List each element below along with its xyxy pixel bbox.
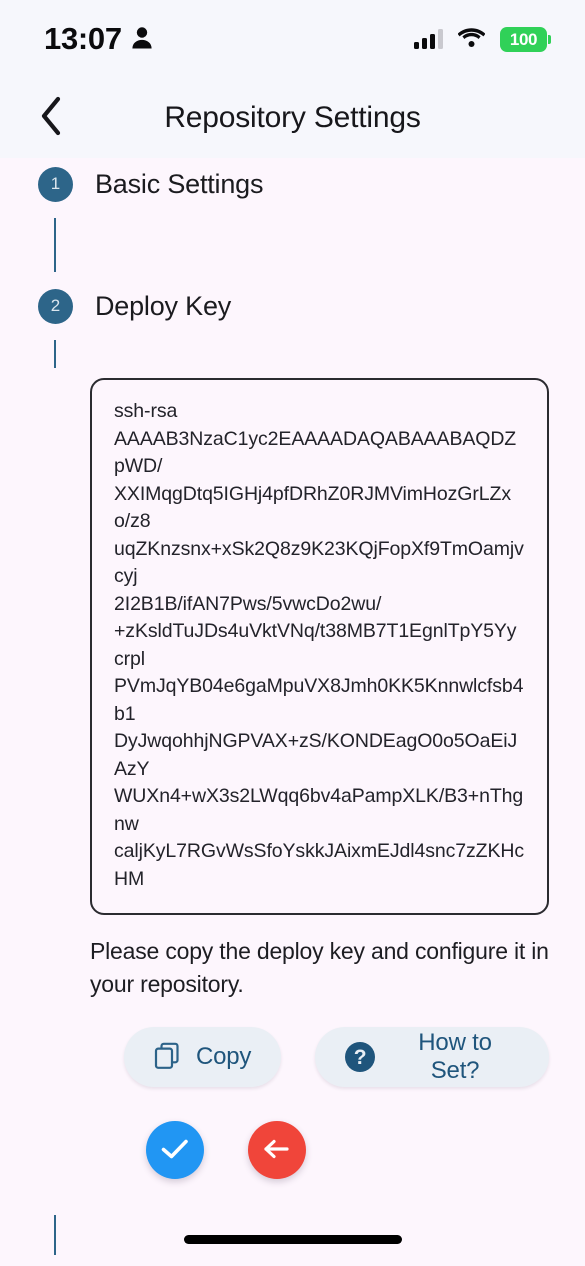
page-title: Repository Settings [164,101,421,134]
copy-icon [154,1042,180,1073]
status-time: 13:07 [44,21,122,56]
step-1-header[interactable]: 1 Basic Settings [38,158,585,210]
step-connector-3 [54,1215,56,1255]
deploy-key-box[interactable]: ssh-rsa AAAAB3NzaC1yc2EAAAADAQABAAABAQDZ… [90,378,549,915]
check-icon [160,1137,190,1164]
step-2-label: Deploy Key [95,290,232,321]
copy-button-label: Copy [196,1043,252,1070]
step-1-number: 1 [38,166,73,202]
main-content: 1 Basic Settings 2 Deploy Key ssh-rsa AA… [0,158,585,1266]
home-indicator[interactable] [183,1235,402,1244]
question-mark-circle-icon: ? [345,1042,376,1072]
cellular-signal-icon [414,29,443,49]
back-button[interactable] [26,93,76,143]
battery-icon: 100 [500,26,551,52]
revert-button[interactable] [248,1121,306,1179]
how-to-set-button[interactable]: ? How to Set? [315,1027,549,1087]
status-bar-left: 13:07 [44,21,153,57]
deploy-key-confirm-actions [90,1121,549,1179]
status-bar-right: 100 [414,26,551,52]
step-1-label: Basic Settings [95,168,264,199]
deploy-key-text: ssh-rsa AAAAB3NzaC1yc2EAAAADAQABAAABAQDZ… [114,400,525,890]
status-bar: 13:07 100 [0,0,585,78]
arrow-left-icon [262,1137,292,1164]
confirm-button[interactable] [146,1121,204,1179]
deploy-key-hint: Please copy the deploy key and configure… [90,938,549,997]
step-2-header[interactable]: 2 Deploy Key [38,280,585,332]
step-2-number: 2 [38,288,73,324]
phone-screen: 13:07 100 Repository Settings 1 Basic Se… [0,0,585,1266]
wifi-icon [457,27,486,52]
copy-button[interactable]: Copy [124,1027,282,1087]
step-deploy-key: 2 Deploy Key ssh-rsa AAAAB3NzaC1yc2EAAAA… [0,280,585,1255]
battery-level-label: 100 [509,29,538,49]
nav-bar: Repository Settings [0,78,585,158]
step-connector-2 [54,340,56,368]
chevron-left-icon [39,96,63,141]
step-basic-settings[interactable]: 1 Basic Settings [0,158,585,272]
deploy-key-actions: Copy ? How to Set? [90,1027,549,1087]
person-icon [131,25,153,54]
how-to-set-button-label: How to Set? [418,1029,492,1084]
deploy-key-panel: ssh-rsa AAAAB3NzaC1yc2EAAAADAQABAAABAQDZ… [38,378,585,1179]
step-connector-1 [54,218,56,272]
